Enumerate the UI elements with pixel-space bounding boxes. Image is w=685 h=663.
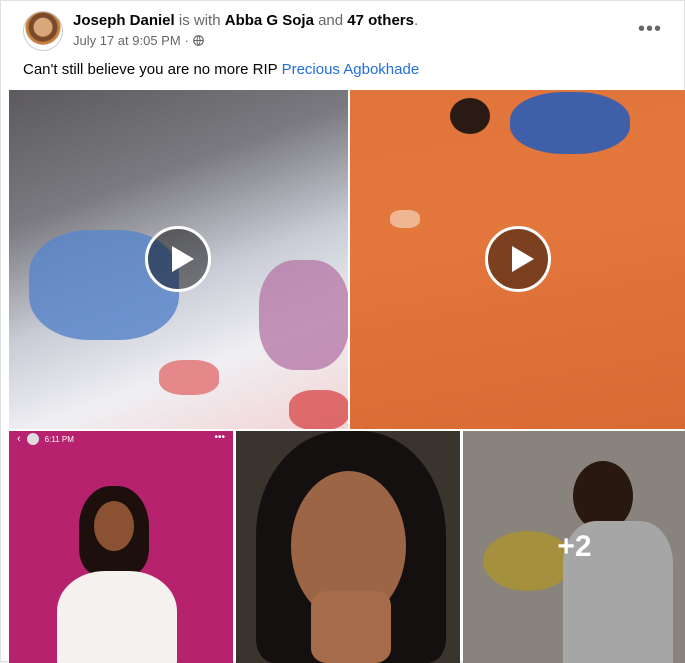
post-timestamp[interactable]: July 17 at 9:05 PM	[73, 33, 181, 48]
others-link[interactable]: 47 others	[347, 12, 414, 29]
photo-thumbnail-2[interactable]	[236, 431, 460, 663]
video-scene-shape	[259, 260, 348, 370]
video-scene-shape	[289, 390, 348, 429]
period-text: .	[414, 12, 419, 29]
video-scene-shape	[390, 210, 420, 228]
photo-thumbnail-1[interactable]: ‹ 6:11 PM •••	[9, 431, 233, 663]
back-icon: ‹	[17, 433, 21, 445]
video-scene-shape	[450, 98, 490, 134]
author-avatar[interactable]	[23, 11, 63, 51]
video-scene-shape	[159, 360, 219, 395]
globe-icon[interactable]	[193, 35, 204, 46]
video-scene-shape	[510, 92, 630, 154]
story-time: 6:11 PM	[44, 434, 74, 444]
post-card: Joseph Daniel is with Abba G Soja and 47…	[0, 0, 685, 663]
video-thumbnail-1[interactable]	[9, 90, 348, 429]
post-text: Can't still believe you are no more RIP …	[23, 61, 419, 78]
play-icon[interactable]	[145, 226, 211, 292]
post-header: Joseph Daniel is with Abba G Soja and 47…	[23, 11, 664, 51]
photo-subject-dress	[57, 571, 177, 663]
tagged-person-link[interactable]: Precious Agbokhade	[282, 61, 420, 78]
post-body: Can't still believe you are no more RIP	[23, 61, 278, 78]
and-text: and	[318, 12, 344, 29]
story-header: ‹ 6:11 PM	[9, 431, 233, 447]
video-thumbnail-2[interactable]	[350, 90, 685, 429]
play-icon[interactable]	[485, 226, 551, 292]
story-more-icon: •••	[214, 432, 225, 443]
photo-subject-face	[94, 501, 134, 551]
tagged-friend-link[interactable]: Abba G Soja	[225, 12, 314, 29]
photo-thumbnail-3[interactable]: +2	[463, 431, 685, 663]
story-avatar	[26, 433, 39, 445]
post-attribution: Joseph Daniel is with Abba G Soja and 47…	[73, 12, 418, 29]
more-options-icon[interactable]: •••	[636, 17, 664, 41]
with-text: is with	[178, 12, 221, 29]
author-name[interactable]: Joseph Daniel	[73, 12, 175, 29]
photo-subject-neck	[311, 591, 391, 663]
more-photos-count[interactable]: +2	[463, 431, 685, 663]
meta-separator: ·	[184, 33, 190, 48]
post-meta: July 17 at 9:05 PM ·	[73, 33, 204, 48]
